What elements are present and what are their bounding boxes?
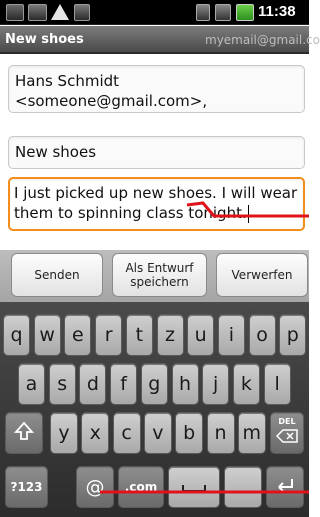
to-field-value: Hans Schmidt <someone@gmail.com>, — [15, 72, 208, 110]
gmail-notification-icon — [28, 4, 47, 21]
key-f[interactable]: f — [110, 363, 138, 405]
soft-keyboard: qwertzuiop asdfghjkl yxcvbnm DEL ?123 @ … — [0, 302, 309, 517]
key-l[interactable]: l — [263, 363, 291, 405]
text-cursor — [247, 204, 249, 223]
symbols-key[interactable]: ?123 — [5, 466, 48, 508]
period-key[interactable]: . — [224, 466, 262, 508]
send-button[interactable]: Senden — [11, 253, 103, 297]
usb-icon — [6, 4, 24, 21]
account-email: myemail@gmail.com — [205, 33, 320, 47]
delete-label: DEL — [278, 417, 296, 426]
compose-form: Hans Schmidt <someone@gmail.com>, New sh… — [0, 56, 309, 250]
body-field-value: I just picked up new shoes. I will wear … — [14, 184, 298, 222]
warning-icon — [51, 4, 69, 20]
key-r[interactable]: r — [95, 314, 123, 356]
shift-key[interactable] — [5, 412, 43, 454]
key-o[interactable]: o — [248, 314, 276, 356]
compose-title: New shoes — [5, 32, 84, 47]
title-bar: New shoes myemail@gmail.com — [0, 26, 320, 54]
key-h[interactable]: h — [171, 363, 199, 405]
at-key[interactable]: @ — [76, 466, 114, 508]
wifi-icon — [196, 4, 210, 21]
key-n[interactable]: n — [206, 412, 235, 454]
key-z[interactable]: z — [156, 314, 184, 356]
dot-com-key[interactable]: .com — [118, 466, 164, 508]
discard-button[interactable]: Verwerfen — [216, 253, 308, 297]
key-e[interactable]: e — [64, 314, 92, 356]
key-v[interactable]: v — [143, 412, 172, 454]
key-b[interactable]: b — [175, 412, 204, 454]
clock: 11:38 — [258, 3, 296, 20]
key-j[interactable]: j — [202, 363, 230, 405]
key-t[interactable]: t — [125, 314, 153, 356]
key-q[interactable]: q — [3, 314, 30, 356]
key-p[interactable]: p — [279, 314, 307, 356]
key-c[interactable]: c — [112, 412, 141, 454]
subject-field[interactable]: New shoes — [8, 136, 305, 169]
delete-key[interactable]: DEL — [270, 412, 304, 454]
key-m[interactable]: m — [237, 412, 266, 454]
status-bar: 11:38 — [0, 0, 309, 25]
enter-key[interactable] — [266, 466, 304, 508]
signal-icon — [215, 4, 231, 21]
android-icon — [74, 4, 90, 21]
key-d[interactable]: d — [79, 363, 107, 405]
key-x[interactable]: x — [81, 412, 110, 454]
key-k[interactable]: k — [232, 363, 260, 405]
space-icon — [181, 476, 207, 498]
space-key[interactable] — [168, 466, 220, 508]
enter-icon — [275, 476, 295, 498]
key-g[interactable]: g — [140, 363, 168, 405]
to-field[interactable]: Hans Schmidt <someone@gmail.com>, — [8, 65, 305, 113]
shift-icon — [13, 421, 35, 446]
key-u[interactable]: u — [187, 314, 215, 356]
key-s[interactable]: s — [48, 363, 76, 405]
key-y[interactable]: y — [50, 412, 78, 454]
subject-field-value: New shoes — [15, 143, 97, 161]
body-field[interactable]: I just picked up new shoes. I will wear … — [8, 177, 305, 231]
key-a[interactable]: a — [18, 363, 45, 405]
save-draft-button[interactable]: Als Entwurf speichern — [112, 253, 207, 297]
battery-icon — [236, 4, 254, 21]
backspace-icon — [275, 426, 298, 448]
action-bar: Senden Als Entwurf speichern Verwerfen — [0, 250, 309, 302]
key-i[interactable]: i — [217, 314, 245, 356]
key-w[interactable]: w — [33, 314, 61, 356]
